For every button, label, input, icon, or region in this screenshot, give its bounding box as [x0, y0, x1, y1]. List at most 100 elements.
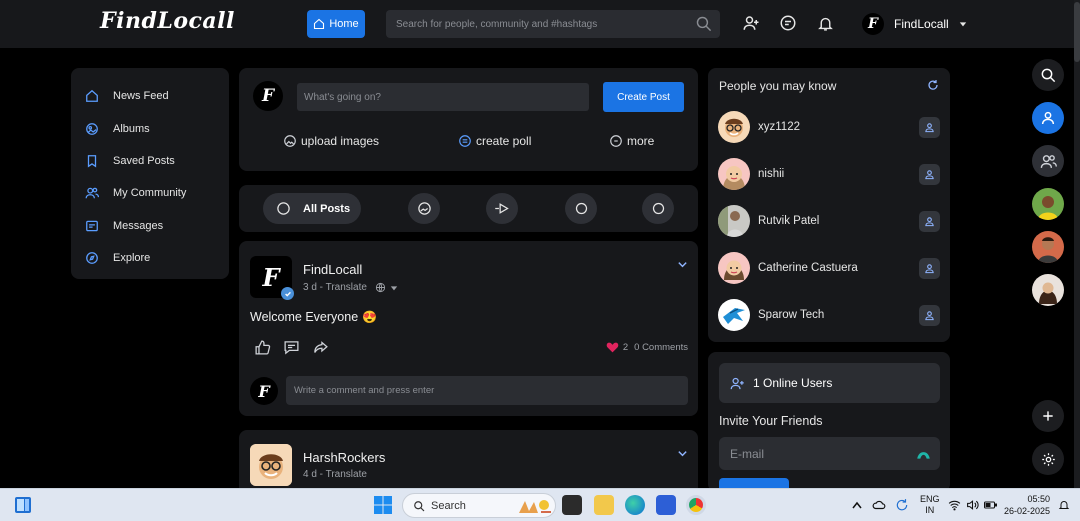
- rail-contact-avatar[interactable]: [1032, 274, 1064, 306]
- person-avatar[interactable]: [718, 111, 750, 143]
- scrollbar-thumb[interactable]: [1074, 2, 1080, 62]
- person-avatar[interactable]: [718, 205, 750, 237]
- comment-input[interactable]: [286, 376, 688, 405]
- home-button[interactable]: Home: [307, 10, 365, 38]
- top-bar: FindLocall Home F FindLocall: [0, 0, 1080, 48]
- rail-search-button[interactable]: [1032, 59, 1064, 91]
- filter-all-posts[interactable]: All Posts: [263, 193, 361, 224]
- upload-images-button[interactable]: upload images: [283, 134, 379, 148]
- clock-date: 26-02-2025: [1003, 506, 1050, 516]
- filter-polls[interactable]: [565, 193, 597, 224]
- create-post-button[interactable]: Create Post: [603, 82, 684, 112]
- add-friend-button[interactable]: [919, 210, 940, 232]
- person-name[interactable]: Sparow Tech: [758, 309, 919, 321]
- plus-circle-icon: [610, 135, 622, 147]
- wifi-icon[interactable]: [948, 499, 961, 511]
- refresh-icon[interactable]: [927, 79, 939, 91]
- user-name: FindLocall: [894, 17, 949, 31]
- taskbar-edge-app[interactable]: [625, 495, 645, 515]
- battery-icon[interactable]: [984, 500, 997, 510]
- invite-email-input[interactable]: [719, 437, 909, 470]
- person-name[interactable]: nishii: [758, 168, 919, 180]
- taskbar-search[interactable]: Search: [402, 493, 556, 518]
- person-avatar[interactable]: [718, 252, 750, 284]
- filter-images[interactable]: [408, 193, 440, 224]
- person-name[interactable]: Catherine Castuera: [758, 262, 919, 274]
- person-row[interactable]: Rutvik Patel: [718, 204, 940, 238]
- sidebar-item-my-community[interactable]: My Community: [71, 177, 229, 209]
- add-friend-button[interactable]: [919, 163, 940, 185]
- person-row[interactable]: nishii: [718, 157, 940, 191]
- taskbar-terminal-app[interactable]: [562, 495, 582, 515]
- volume-icon[interactable]: [966, 499, 979, 511]
- rail-groups-button[interactable]: [1032, 145, 1064, 177]
- post-author-name[interactable]: HarshRockers: [303, 450, 385, 465]
- person-name[interactable]: Rutvik Patel: [758, 215, 919, 227]
- page-scrollbar[interactable]: [1074, 0, 1080, 488]
- user-menu[interactable]: F FindLocall: [862, 12, 967, 36]
- chevron-down-icon[interactable]: [677, 448, 688, 459]
- taskbar-chrome-app[interactable]: [686, 495, 706, 515]
- sync-icon[interactable]: [895, 498, 909, 512]
- more-button[interactable]: more: [609, 134, 654, 148]
- sidebar-item-explore[interactable]: Explore: [71, 242, 229, 274]
- whats-going-on-input[interactable]: [297, 83, 589, 111]
- filter-more[interactable]: [642, 193, 674, 224]
- create-poll-button[interactable]: create poll: [458, 134, 531, 148]
- chevron-up-icon[interactable]: [852, 501, 862, 509]
- taskbar-store-app[interactable]: [656, 495, 676, 515]
- rail-contact-avatar[interactable]: [1032, 231, 1064, 263]
- post-composer: F Create Post upload images create poll …: [239, 68, 698, 171]
- post-time-translate[interactable]: 3 d - Translate: [303, 282, 367, 293]
- windows-start-icon[interactable]: [374, 496, 392, 514]
- clock-time: 05:50: [1027, 494, 1050, 504]
- photo-avatar-icon: [1032, 231, 1064, 263]
- sparrow-logo-icon: [718, 299, 750, 331]
- sidebar-item-messages[interactable]: Messages: [71, 210, 229, 242]
- person-row[interactable]: xyz1122: [718, 110, 940, 144]
- search-icon[interactable]: [695, 15, 712, 32]
- share-icon[interactable]: [312, 339, 329, 356]
- site-logo[interactable]: FindLocall: [100, 8, 235, 34]
- caret-down-icon[interactable]: [390, 284, 398, 292]
- person-row[interactable]: Catherine Castuera: [718, 251, 940, 285]
- sidebar-item-saved-posts[interactable]: Saved Posts: [71, 145, 229, 177]
- sidebar-item-albums[interactable]: Albums: [71, 112, 229, 144]
- like-icon[interactable]: [254, 339, 271, 356]
- rail-contact-avatar[interactable]: [1032, 188, 1064, 220]
- post-time-translate[interactable]: 4 d - Translate: [303, 469, 367, 480]
- add-friend-button[interactable]: [919, 257, 940, 279]
- taskbar-file-explorer-app[interactable]: [594, 495, 614, 515]
- language-indicator[interactable]: ENG IN: [920, 494, 940, 516]
- send-arc-icon[interactable]: [916, 446, 931, 460]
- taskbar-clock[interactable]: 05:50 26-02-2025: [1004, 493, 1050, 517]
- filter-videos[interactable]: [486, 193, 518, 224]
- widgets-icon[interactable]: [14, 496, 32, 514]
- rail-profile-button[interactable]: [1032, 102, 1064, 134]
- person-name[interactable]: xyz1122: [758, 121, 919, 133]
- person-avatar[interactable]: [718, 299, 750, 331]
- online-users-button[interactable]: 1 Online Users: [719, 363, 940, 403]
- friend-requests-button[interactable]: [742, 14, 760, 32]
- person-row[interactable]: Sparow Tech: [718, 298, 940, 332]
- notifications-button[interactable]: [816, 14, 834, 32]
- heart-icon[interactable]: [606, 341, 619, 353]
- post-author-name[interactable]: FindLocall: [303, 262, 362, 277]
- sidebar-item-news-feed[interactable]: News Feed: [71, 80, 229, 112]
- chevron-down-icon[interactable]: [677, 259, 688, 270]
- notification-bell-icon[interactable]: [1058, 498, 1070, 512]
- post-author-avatar[interactable]: [250, 444, 292, 486]
- online-invite-card: 1 Online Users Invite Your Friends: [708, 352, 950, 492]
- rail-add-button[interactable]: [1032, 400, 1064, 432]
- rail-settings-button[interactable]: [1032, 443, 1064, 475]
- add-friend-button[interactable]: [919, 304, 940, 326]
- like-count[interactable]: 2: [623, 342, 628, 353]
- comment-count[interactable]: 0 Comments: [634, 342, 688, 353]
- person-avatar[interactable]: [718, 158, 750, 190]
- cloud-icon[interactable]: [872, 498, 886, 512]
- add-friend-button[interactable]: [919, 116, 940, 138]
- search-input[interactable]: [386, 10, 686, 38]
- memoji-avatar-icon: [718, 158, 750, 190]
- comment-icon[interactable]: [283, 339, 300, 356]
- messages-button[interactable]: [779, 14, 797, 32]
